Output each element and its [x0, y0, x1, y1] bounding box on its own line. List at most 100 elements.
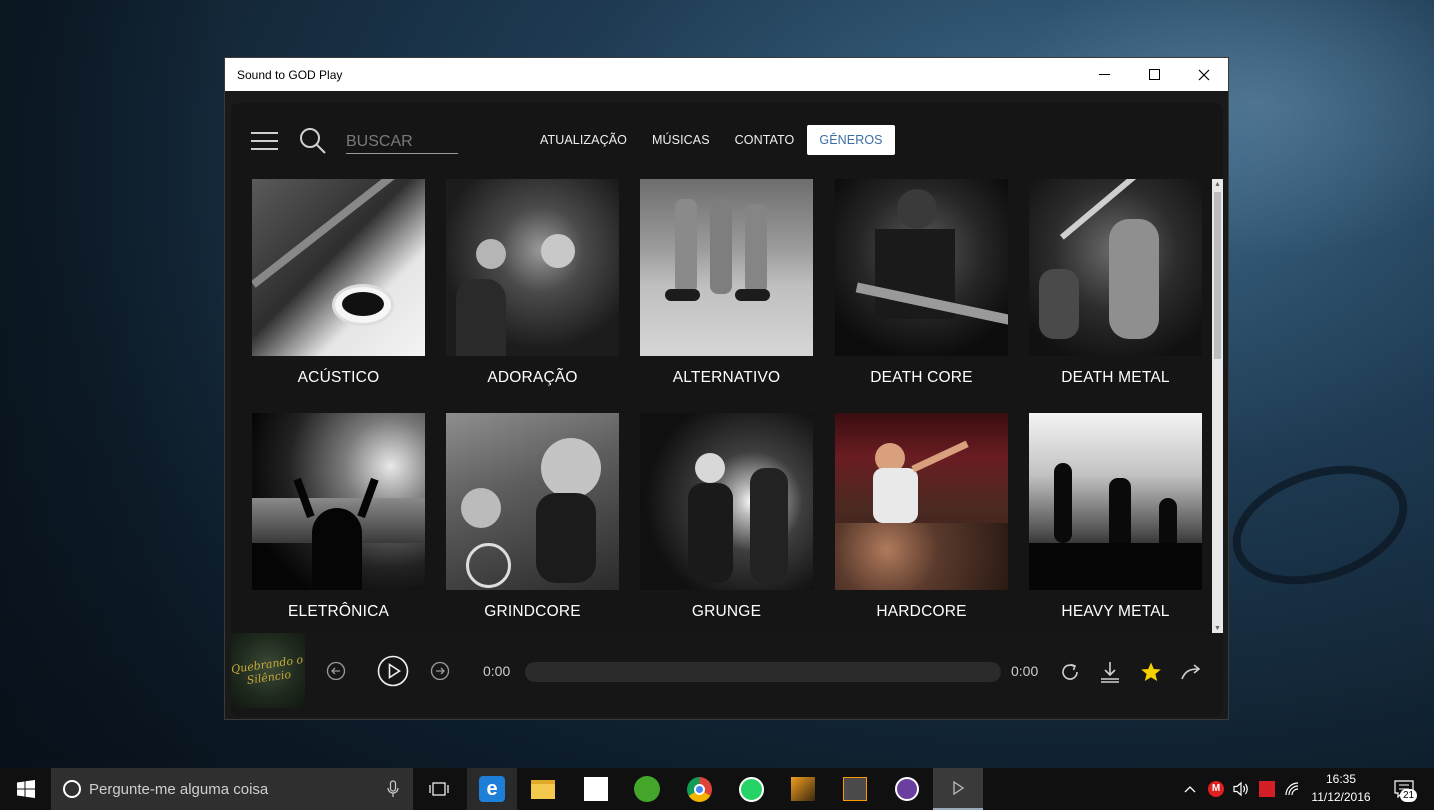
volume-icon[interactable]: [1230, 768, 1252, 810]
app-content: ATUALIZAÇÃO MÚSICAS CONTATO GÊNEROS ACÚS…: [231, 103, 1223, 717]
nav-generos[interactable]: GÊNEROS: [807, 125, 895, 155]
previous-icon: [326, 661, 346, 681]
search-icon[interactable]: [299, 127, 327, 155]
app-window-icon: [584, 777, 608, 801]
taskbar-app-blank[interactable]: [571, 768, 621, 810]
genre-label: GRINDCORE: [484, 603, 581, 620]
menu-icon[interactable]: [251, 132, 278, 150]
taskbar-sound-to-god[interactable]: [933, 768, 983, 810]
genre-label: ALTERNATIVO: [672, 369, 781, 386]
scroll-up-icon[interactable]: ▲: [1212, 179, 1223, 190]
time-current: 0:00: [483, 663, 511, 679]
whatsapp-icon: [738, 776, 764, 802]
next-button[interactable]: [429, 660, 451, 682]
chrome-icon: [686, 776, 712, 802]
play-icon: [377, 655, 409, 687]
genre-label: ACÚSTICO: [297, 369, 380, 386]
maximize-button[interactable]: [1130, 58, 1178, 91]
previous-button[interactable]: [325, 660, 347, 682]
cortana-search[interactable]: Pergunte-me alguma coisa: [51, 768, 413, 810]
genre-label: ADORAÇÃO: [487, 369, 578, 386]
taskbar-app-orange[interactable]: [779, 768, 827, 810]
cortana-placeholder: Pergunte-me alguma coisa: [89, 780, 269, 798]
task-view-icon: [429, 782, 449, 796]
close-button[interactable]: [1180, 58, 1228, 91]
nav-musicas[interactable]: MÚSICAS: [640, 125, 722, 155]
window-title: Sound to GOD Play: [237, 67, 343, 82]
genre-card-acustico[interactable]: ACÚSTICO: [252, 179, 425, 387]
acrobat-icon[interactable]: [1256, 768, 1278, 810]
progress-bar[interactable]: [525, 662, 1001, 682]
genre-image: [446, 179, 619, 356]
clock-date[interactable]: 11/12/2016: [1308, 790, 1374, 804]
favorite-button[interactable]: [1139, 660, 1163, 684]
taskbar: Pergunte-me alguma coisa e M 16:35 11/12…: [0, 768, 1434, 810]
nav-atualizacao[interactable]: ATUALIZAÇÃO: [528, 125, 639, 155]
genre-image: [640, 413, 813, 590]
task-view-button[interactable]: [418, 768, 460, 810]
clock-time[interactable]: 16:35: [1308, 772, 1374, 786]
genre-card-death-metal[interactable]: DEATH METAL: [1029, 179, 1202, 387]
genre-card-adoracao[interactable]: ADORAÇÃO: [446, 179, 619, 387]
cortana-icon: [63, 780, 81, 798]
genre-card-grunge[interactable]: GRUNGE: [640, 413, 813, 621]
repeat-icon: [1062, 663, 1078, 680]
scrollbar-thumb[interactable]: [1214, 192, 1221, 359]
purple-app-icon: [895, 777, 919, 801]
notification-center-button[interactable]: 21: [1384, 768, 1424, 810]
microphone-icon[interactable]: [387, 780, 399, 798]
taskbar-chrome[interactable]: [675, 768, 723, 810]
genre-label: ELETRÔNICA: [287, 603, 390, 620]
genre-card-eletronica[interactable]: ELETRÔNICA: [252, 413, 425, 621]
edge-icon: e: [479, 776, 505, 802]
genre-image: [1029, 179, 1202, 356]
taskbar-app-sublime[interactable]: [831, 768, 879, 810]
genre-label: HARDCORE: [876, 603, 967, 620]
windows-icon: [16, 780, 35, 798]
album-cover[interactable]: Quebrando o Silêncio: [231, 633, 305, 708]
next-icon: [430, 661, 450, 681]
taskbar-edge[interactable]: e: [467, 768, 517, 810]
star-icon: [1141, 662, 1161, 681]
player-app-icon: [953, 780, 965, 796]
top-nav: ATUALIZAÇÃO MÚSICAS CONTATO GÊNEROS: [528, 125, 896, 155]
desktop-shadow: [0, 0, 230, 760]
genre-label: DEATH METAL: [1061, 369, 1170, 386]
player-bar: Quebrando o Silêncio 0:00 0:00: [231, 633, 1223, 717]
start-button[interactable]: [0, 768, 51, 810]
time-total: 0:00: [1011, 663, 1039, 679]
download-button[interactable]: [1098, 659, 1122, 685]
maximize-icon: [1148, 69, 1160, 80]
wifi-icon[interactable]: [1282, 768, 1304, 810]
title-bar[interactable]: Sound to GOD Play: [225, 58, 1228, 91]
share-icon: [1181, 664, 1201, 680]
genre-card-heavy-metal[interactable]: HEAVY METAL: [1029, 413, 1202, 621]
minimize-button[interactable]: [1080, 58, 1128, 91]
genre-card-death-core[interactable]: DEATH CORE: [835, 179, 1008, 387]
genre-card-grindcore[interactable]: GRINDCORE: [446, 413, 619, 621]
taskbar-explorer[interactable]: [519, 768, 567, 810]
download-icon: [1101, 662, 1119, 683]
genre-image: [640, 179, 813, 356]
tray-expand-icon[interactable]: [1180, 768, 1200, 810]
genre-label: HEAVY METAL: [1061, 603, 1170, 620]
vertical-scrollbar[interactable]: ▲ ▼: [1212, 179, 1223, 634]
taskbar-app-purple[interactable]: [883, 768, 931, 810]
album-cover-text: Quebrando o Silêncio: [231, 652, 304, 687]
genre-image: [252, 413, 425, 590]
nav-contato[interactable]: CONTATO: [723, 125, 807, 155]
antivirus-icon[interactable]: M: [1205, 768, 1227, 810]
share-button[interactable]: [1179, 660, 1205, 684]
genre-image: [252, 179, 425, 356]
repeat-button[interactable]: [1058, 660, 1082, 684]
genre-label: GRUNGE: [691, 603, 762, 620]
taskbar-green-app[interactable]: [623, 768, 671, 810]
genre-card-hardcore[interactable]: HARDCORE: [835, 413, 1008, 621]
search-input[interactable]: [346, 130, 458, 154]
genre-card-alternativo[interactable]: ALTERNATIVO: [640, 179, 813, 387]
play-button[interactable]: [377, 655, 409, 687]
sublime-icon: [843, 777, 867, 801]
genre-image: [446, 413, 619, 590]
taskbar-whatsapp[interactable]: [727, 768, 775, 810]
genre-image: [835, 413, 1008, 590]
